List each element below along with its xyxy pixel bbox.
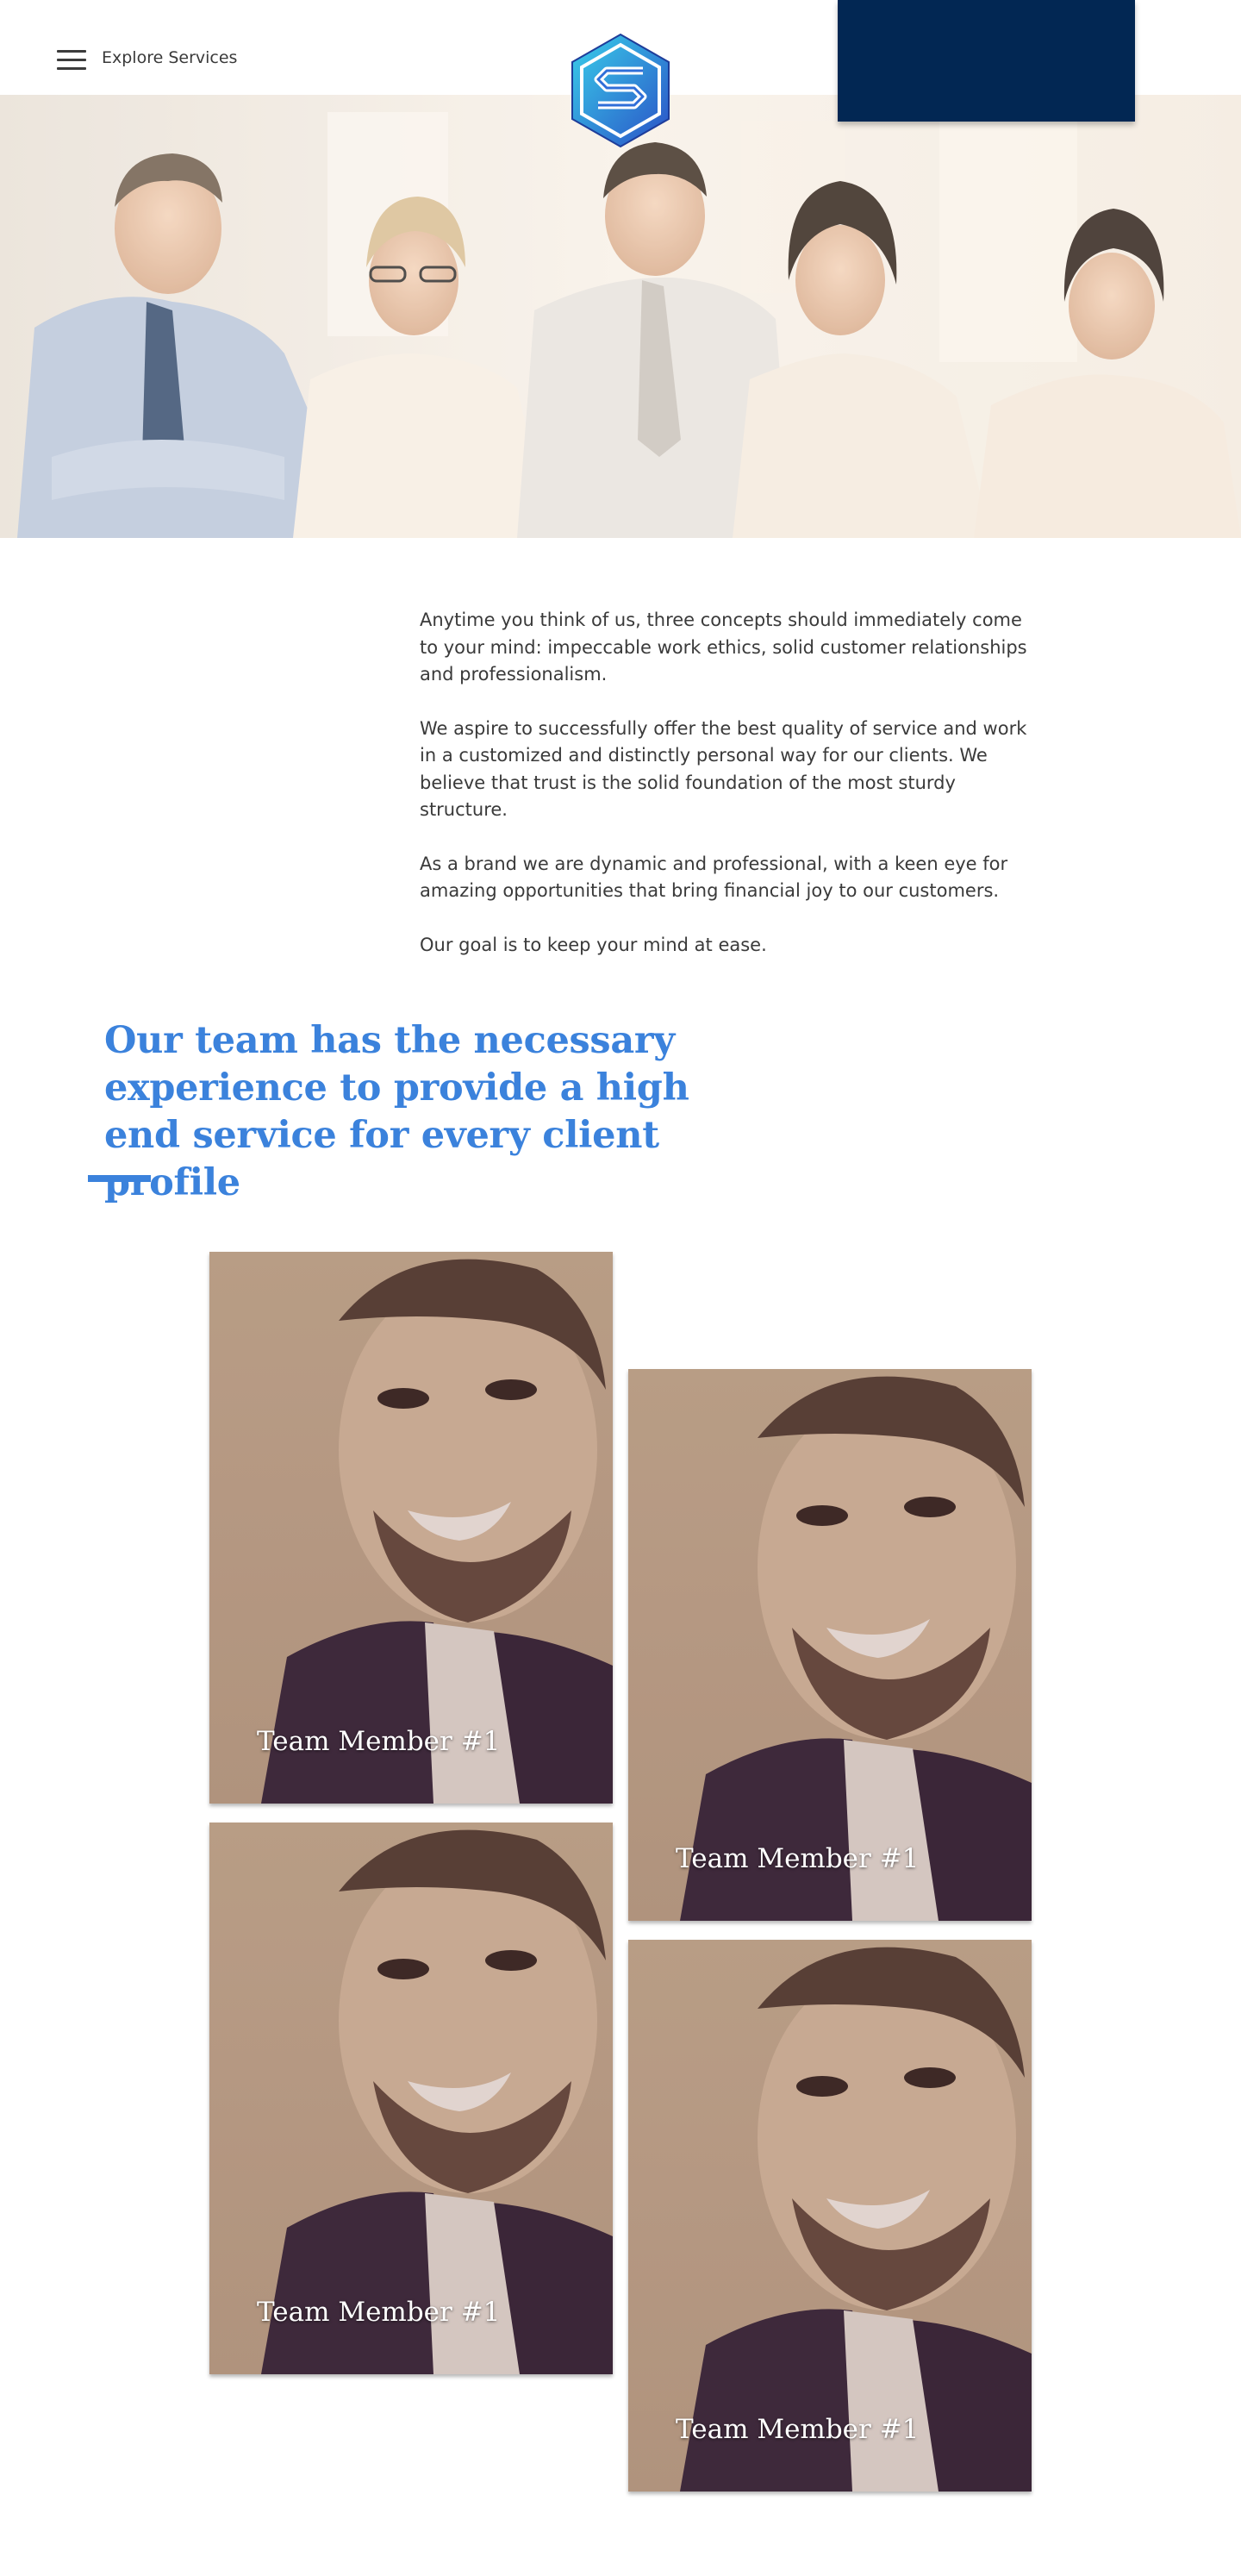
intro-paragraph: We aspire to successfully offer the best… <box>420 717 1027 821</box>
team-member-name: Team Member #1 <box>257 1726 501 1757</box>
team-member-card[interactable]: Team Member #1 <box>628 1369 1032 1921</box>
team-member-card[interactable]: Team Member #1 <box>628 1940 1032 2492</box>
explore-services-link[interactable]: Explore Services <box>102 48 237 67</box>
heading-accent-bar <box>88 1175 151 1182</box>
intro-paragraph: Our goal is to keep your mind at ease. <box>420 934 767 955</box>
logo-icon[interactable] <box>567 33 674 152</box>
team-member-photo <box>209 1823 613 2374</box>
team-member-photo <box>628 1940 1032 2492</box>
intro-paragraph: Anytime you think of us, three concepts … <box>420 610 1027 685</box>
team-member-name: Team Member #1 <box>257 2297 501 2328</box>
team-member-name: Team Member #1 <box>676 1843 920 1874</box>
team-member-name: Team Member #1 <box>676 2414 920 2445</box>
team-member-card[interactable]: Team Member #1 <box>209 1823 613 2374</box>
hamburger-menu-icon[interactable] <box>57 50 88 72</box>
navy-header-panel <box>838 0 1135 122</box>
hero-team-image <box>0 95 1241 538</box>
team-member-photo <box>628 1369 1032 1921</box>
intro-text: Anytime you think of us, three concepts … <box>420 607 1040 985</box>
team-member-photo <box>209 1252 613 1804</box>
team-member-card[interactable]: Team Member #1 <box>209 1252 613 1804</box>
intro-paragraph: As a brand we are dynamic and profession… <box>420 853 1008 902</box>
team-heading: Our team has the necessary experience to… <box>104 1019 689 1204</box>
